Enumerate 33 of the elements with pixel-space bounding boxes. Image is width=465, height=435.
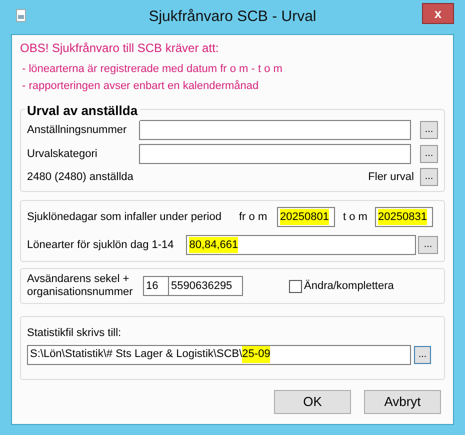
- notice-heading: OBS! Sjukfrånvaro till SCB kräver att:: [20, 40, 220, 57]
- input-field[interactable]: [139, 144, 411, 164]
- wage-types-label: Lönearter för sjuklön dag 1-14: [27, 238, 175, 253]
- century-field[interactable]: 16: [143, 276, 169, 296]
- field-label: Urvalskategori: [27, 146, 98, 162]
- sender-label: Avsändarens sekel + organisationsnummer: [27, 273, 134, 299]
- from-date-field[interactable]: 20250801: [277, 207, 335, 227]
- period-label: Sjuklönedagar som infaller under period: [27, 210, 222, 225]
- amend-label: Ändra/komplettera: [304, 278, 394, 294]
- more-selection-label: Fler urval: [368, 170, 414, 185]
- input-field[interactable]: [139, 120, 411, 140]
- cancel-button[interactable]: Avbryt: [364, 390, 441, 414]
- window-title: Sjukfrånvaro SCB - Urval: [148, 6, 316, 27]
- employee-count: 2480 (2480) anställda: [27, 170, 134, 185]
- output-label: Statistikfil skrivs till:: [27, 326, 122, 341]
- document-icon: [16, 9, 26, 22]
- org-number-field[interactable]: 5590636295: [169, 276, 243, 296]
- file-path-field[interactable]: S:\Lön\Statistik\# Sts Lager & Logistik\SCB\25-09: [27, 344, 411, 364]
- ok-button[interactable]: OK: [274, 390, 351, 414]
- wage-types-field[interactable]: 80,84,661: [186, 235, 416, 255]
- notice-line: - lönearterna är registrerade med datum fr o m - t o m: [22, 62, 284, 77]
- to-date-field[interactable]: 20250831: [375, 207, 433, 227]
- browse-button[interactable]: ...: [420, 121, 438, 139]
- field-label: Anställningsnummer: [27, 122, 128, 138]
- notice-line: - rapporteringen avser enbart en kalendermånad: [22, 79, 260, 94]
- browse-button[interactable]: ...: [420, 145, 438, 163]
- browse-button[interactable]: ...: [420, 168, 438, 186]
- amend-checkbox[interactable]: [289, 280, 302, 292]
- browse-button[interactable]: ...: [414, 346, 431, 364]
- browse-button[interactable]: ...: [418, 236, 438, 254]
- to-label: t o m: [342, 210, 368, 225]
- from-label: fr o m: [238, 210, 268, 225]
- close-button[interactable]: x: [422, 3, 454, 24]
